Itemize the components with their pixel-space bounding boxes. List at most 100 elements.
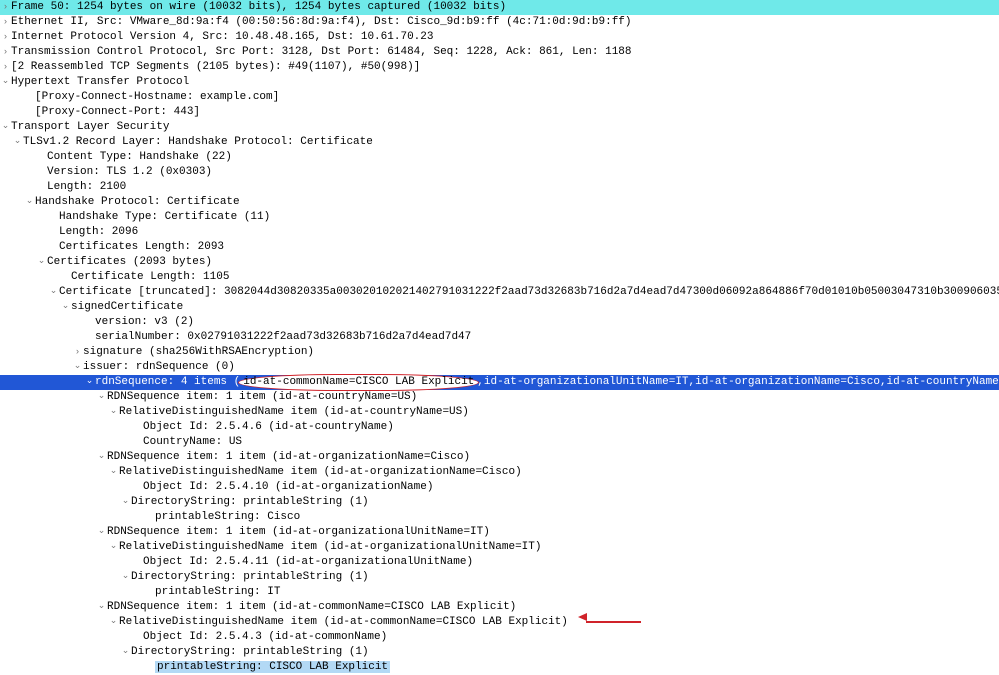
tree-row[interactable]: Object Id: 2.5.4.11 (id-at-organizationa… (0, 555, 999, 570)
tree-row[interactable]: CountryName: US (0, 435, 999, 450)
tree-label: RelativeDistinguishedName item (id-at-co… (119, 405, 469, 420)
tree-label: Object Id: 2.5.4.3 (id-at-commonName) (143, 630, 387, 645)
tree-label: Length: 2100 (47, 180, 126, 195)
expand-icon[interactable] (36, 256, 47, 269)
expand-icon[interactable] (120, 496, 131, 509)
tree-label: RelativeDistinguishedName item (id-at-or… (119, 465, 522, 480)
expand-icon[interactable] (108, 541, 119, 554)
tree-row[interactable]: Version: TLS 1.2 (0x0303) (0, 165, 999, 180)
tree-row[interactable]: Object Id: 2.5.4.6 (id-at-countryName) (0, 420, 999, 435)
tree-row[interactable]: issuer: rdnSequence (0) (0, 360, 999, 375)
tree-row[interactable]: Handshake Protocol: Certificate (0, 195, 999, 210)
tree-row[interactable]: Transport Layer Security (0, 120, 999, 135)
tree-label: Object Id: 2.5.4.6 (id-at-countryName) (143, 420, 394, 435)
tree-row[interactable]: RDNSequence item: 1 item (id-at-organiza… (0, 525, 999, 540)
tree-row[interactable]: Handshake Type: Certificate (11) (0, 210, 999, 225)
collapse-icon[interactable] (0, 61, 11, 74)
tree-row[interactable]: DirectoryString: printableString (1) (0, 645, 999, 660)
expand-icon[interactable] (24, 196, 35, 209)
collapse-icon[interactable] (0, 16, 11, 29)
tree-label: Handshake Protocol: Certificate (35, 195, 240, 210)
tree-row[interactable]: [Proxy-Connect-Port: 443] (0, 105, 999, 120)
tree-label: Internet Protocol Version 4, Src: 10.48.… (11, 30, 433, 45)
tree-label: TLSv1.2 Record Layer: Handshake Protocol… (23, 135, 373, 150)
tree-row[interactable]: Certificate Length: 1105 (0, 270, 999, 285)
tree-label: Transport Layer Security (11, 120, 169, 135)
expand-icon[interactable] (60, 301, 71, 314)
tree-row[interactable]: Frame 50: 1254 bytes on wire (10032 bits… (0, 0, 999, 15)
tree-row[interactable]: RDNSequence item: 1 item (id-at-commonNa… (0, 600, 999, 615)
tree-label: Length: 2096 (59, 225, 138, 240)
expand-icon[interactable] (48, 286, 59, 299)
tree-row[interactable]: Transmission Control Protocol, Src Port:… (0, 45, 999, 60)
expand-icon[interactable] (120, 571, 131, 584)
tree-label: RDNSequence item: 1 item (id-at-organiza… (107, 525, 490, 540)
tree-row[interactable]: signedCertificate (0, 300, 999, 315)
tree-label: Transmission Control Protocol, Src Port:… (11, 45, 632, 60)
packet-details-tree[interactable]: Frame 50: 1254 bytes on wire (10032 bits… (0, 0, 999, 675)
tree-label: version: v3 (2) (95, 315, 194, 330)
tree-label: Frame 50: 1254 bytes on wire (10032 bits… (11, 0, 506, 15)
tree-row[interactable]: Internet Protocol Version 4, Src: 10.48.… (0, 30, 999, 45)
collapse-icon[interactable] (72, 346, 83, 359)
tree-row[interactable]: Content Type: Handshake (22) (0, 150, 999, 165)
tree-row[interactable]: printableString: CISCO LAB Explicit (0, 660, 999, 675)
tree-label: RDNSequence item: 1 item (id-at-countryN… (107, 390, 417, 405)
tree-row[interactable]: printableString: Cisco (0, 510, 999, 525)
tree-label: RelativeDistinguishedName item (id-at-co… (119, 615, 568, 630)
tree-label: DirectoryString: printableString (1) (131, 570, 369, 585)
tree-row[interactable]: Length: 2096 (0, 225, 999, 240)
tree-row[interactable]: RelativeDistinguishedName item (id-at-or… (0, 465, 999, 480)
tree-row[interactable]: Certificates Length: 2093 (0, 240, 999, 255)
tree-row[interactable]: signature (sha256WithRSAEncryption) (0, 345, 999, 360)
tree-row[interactable]: DirectoryString: printableString (1) (0, 570, 999, 585)
expand-icon[interactable] (108, 466, 119, 479)
tree-label: signedCertificate (71, 300, 183, 315)
expand-icon[interactable] (108, 406, 119, 419)
tree-row[interactable]: RelativeDistinguishedName item (id-at-co… (0, 615, 999, 630)
tree-label: [Proxy-Connect-Port: 443] (35, 105, 200, 120)
tree-row[interactable]: RelativeDistinguishedName item (id-at-co… (0, 405, 999, 420)
tree-row[interactable]: Certificate [truncated]: 3082044d3082033… (0, 285, 999, 300)
collapse-icon[interactable] (0, 1, 11, 14)
tree-label: rdnSequence: 4 items (id-at-commonName=C… (95, 374, 999, 391)
tree-label: Certificate [truncated]: 3082044d3082033… (59, 285, 999, 300)
tree-row[interactable]: [Proxy-Connect-Hostname: example.com] (0, 90, 999, 105)
tree-label: RDNSequence item: 1 item (id-at-commonNa… (107, 600, 516, 615)
tree-label: signature (sha256WithRSAEncryption) (83, 345, 314, 360)
expand-icon[interactable] (0, 76, 11, 89)
tree-row[interactable]: rdnSequence: 4 items (id-at-commonName=C… (0, 375, 999, 390)
tree-row[interactable]: Ethernet II, Src: VMware_8d:9a:f4 (00:50… (0, 15, 999, 30)
expand-icon[interactable] (96, 601, 107, 614)
collapse-icon[interactable] (0, 46, 11, 59)
tree-row[interactable]: Object Id: 2.5.4.3 (id-at-commonName) (0, 630, 999, 645)
tree-row[interactable]: RDNSequence item: 1 item (id-at-countryN… (0, 390, 999, 405)
tree-row[interactable]: [2 Reassembled TCP Segments (2105 bytes)… (0, 60, 999, 75)
tree-label: Certificate Length: 1105 (71, 270, 229, 285)
tree-row[interactable]: Length: 2100 (0, 180, 999, 195)
expand-icon[interactable] (12, 136, 23, 149)
tree-row[interactable]: printableString: IT (0, 585, 999, 600)
tree-row[interactable]: TLSv1.2 Record Layer: Handshake Protocol… (0, 135, 999, 150)
expand-icon[interactable] (120, 646, 131, 659)
expand-icon[interactable] (84, 376, 95, 389)
expand-icon[interactable] (96, 391, 107, 404)
expand-icon[interactable] (96, 526, 107, 539)
tree-label: [Proxy-Connect-Hostname: example.com] (35, 90, 279, 105)
tree-label: printableString: Cisco (155, 510, 300, 525)
expand-icon[interactable] (0, 121, 11, 134)
tree-row[interactable]: RelativeDistinguishedName item (id-at-or… (0, 540, 999, 555)
tree-row[interactable]: DirectoryString: printableString (1) (0, 495, 999, 510)
expand-icon[interactable] (108, 616, 119, 629)
tree-row[interactable]: Object Id: 2.5.4.10 (id-at-organizationN… (0, 480, 999, 495)
tree-row[interactable]: Certificates (2093 bytes) (0, 255, 999, 270)
tree-label: serialNumber: 0x02791031222f2aad73d32683… (95, 330, 471, 345)
tree-row[interactable]: RDNSequence item: 1 item (id-at-organiza… (0, 450, 999, 465)
tree-label: Hypertext Transfer Protocol (11, 75, 189, 90)
expand-icon[interactable] (72, 361, 83, 374)
tree-row[interactable]: version: v3 (2) (0, 315, 999, 330)
tree-row[interactable]: serialNumber: 0x02791031222f2aad73d32683… (0, 330, 999, 345)
expand-icon[interactable] (96, 451, 107, 464)
tree-row[interactable]: Hypertext Transfer Protocol (0, 75, 999, 90)
collapse-icon[interactable] (0, 31, 11, 44)
